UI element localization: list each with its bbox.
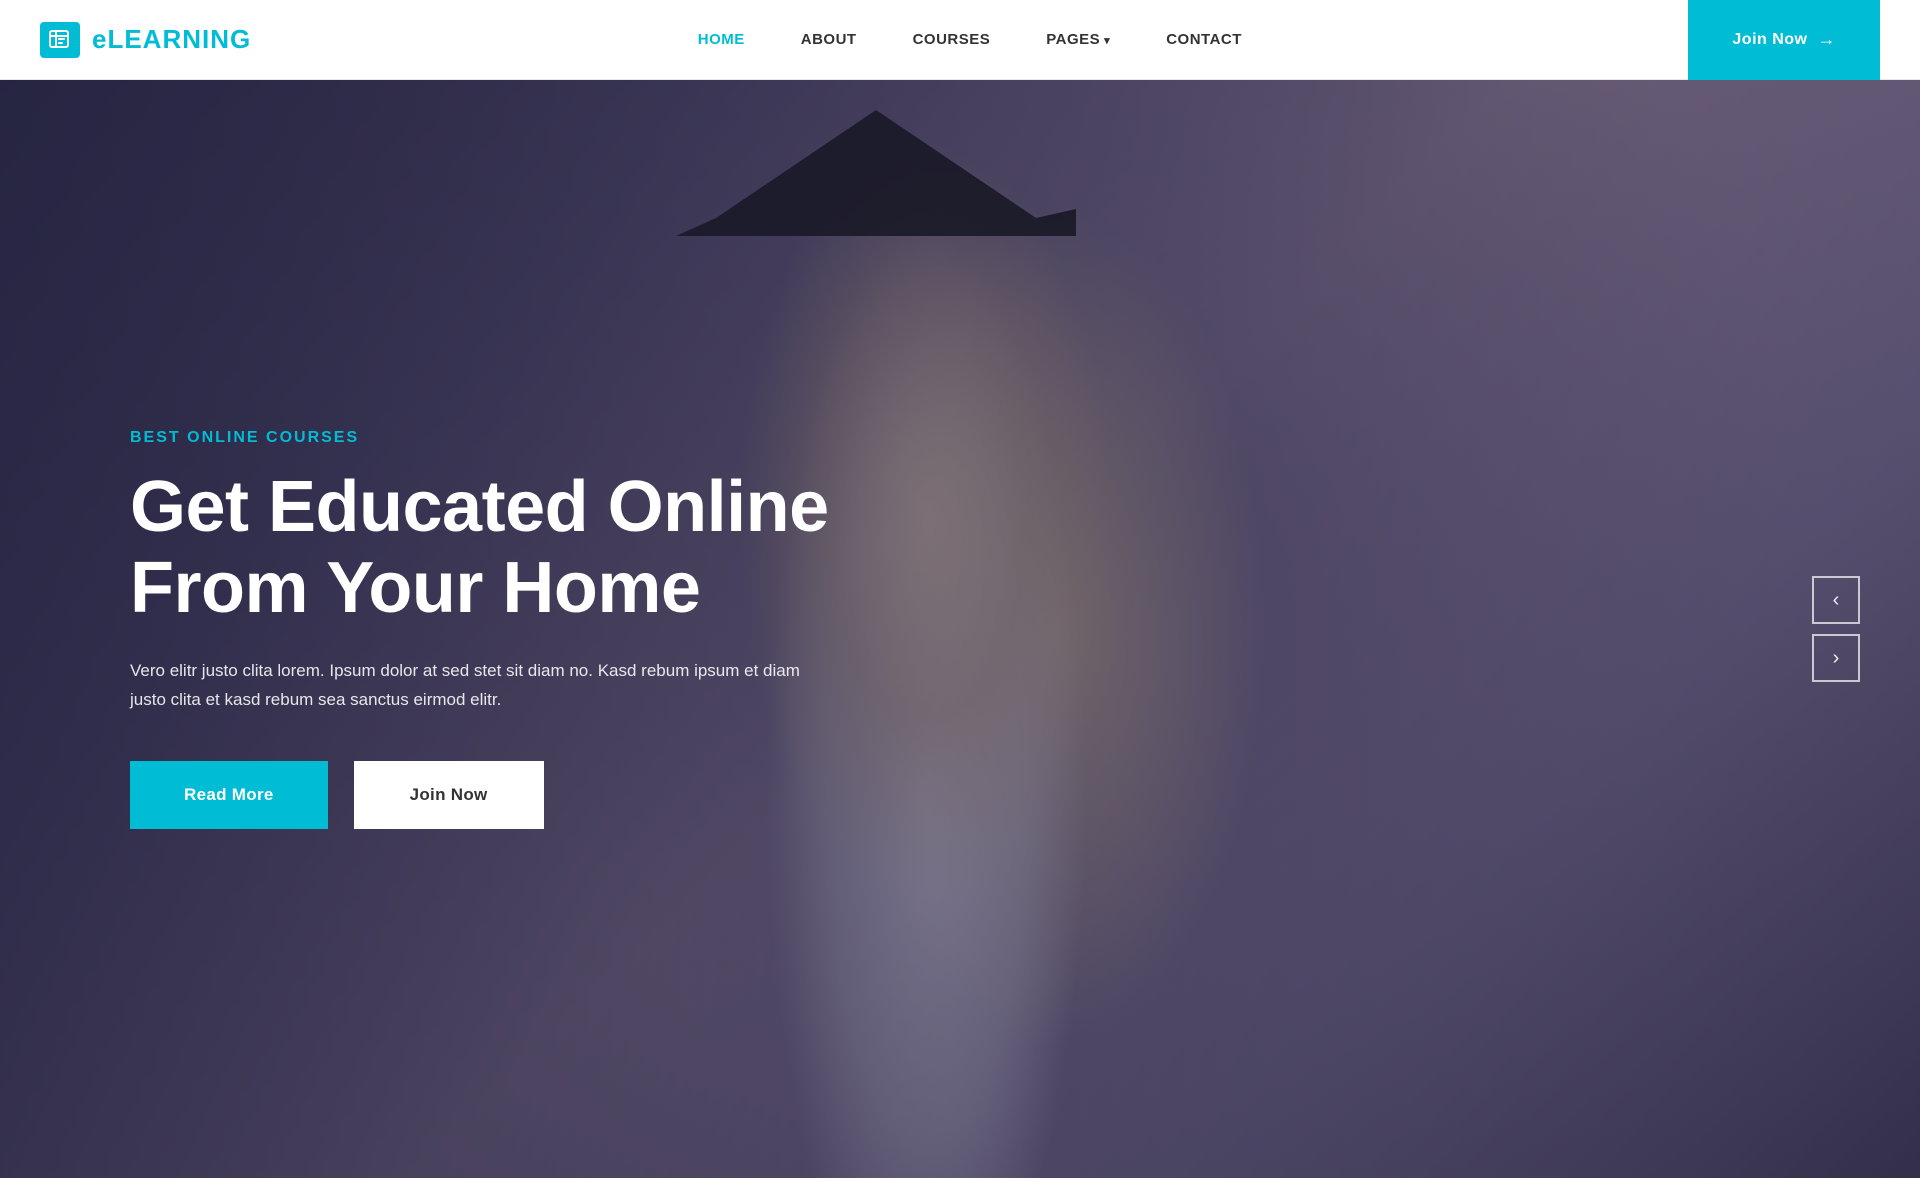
hero-content: BEST ONLINE COURSES Get Educated Online … bbox=[0, 429, 830, 828]
arrow-right-icon: → bbox=[1818, 29, 1837, 50]
hero-description: Vero elitr justo clita lorem. Ipsum dolo… bbox=[130, 657, 830, 715]
hero-section: BEST ONLINE COURSES Get Educated Online … bbox=[0, 80, 1920, 1178]
header-join-now-button[interactable]: Join Now → bbox=[1688, 0, 1880, 80]
logo-text: eLEARNING bbox=[92, 24, 251, 55]
hero-title: Get Educated Online From Your Home bbox=[130, 467, 830, 628]
header: eLEARNING HOME ABOUT COURSES PAGES ▾ CON… bbox=[0, 0, 1920, 80]
carousel-prev-button[interactable]: ‹ bbox=[1812, 576, 1860, 624]
read-more-button[interactable]: Read More bbox=[130, 761, 328, 829]
chevron-down-icon: ▾ bbox=[1104, 34, 1110, 47]
nav-item-courses[interactable]: COURSES bbox=[885, 0, 1019, 80]
main-nav: HOME ABOUT COURSES PAGES ▾ CONTACT bbox=[670, 0, 1270, 80]
nav-item-about[interactable]: ABOUT bbox=[773, 0, 885, 80]
nav-item-contact[interactable]: CONTACT bbox=[1138, 0, 1270, 80]
hero-subtitle: BEST ONLINE COURSES bbox=[130, 429, 830, 447]
book-icon bbox=[49, 30, 71, 50]
nav-item-pages[interactable]: PAGES ▾ bbox=[1018, 0, 1138, 80]
logo-icon bbox=[40, 22, 80, 58]
join-now-button[interactable]: Join Now bbox=[354, 761, 544, 829]
nav-item-home[interactable]: HOME bbox=[670, 0, 773, 80]
logo[interactable]: eLEARNING bbox=[40, 22, 251, 58]
carousel-next-button[interactable]: › bbox=[1812, 634, 1860, 682]
carousel-arrows: ‹ › bbox=[1812, 576, 1860, 682]
hero-buttons: Read More Join Now bbox=[130, 761, 830, 829]
